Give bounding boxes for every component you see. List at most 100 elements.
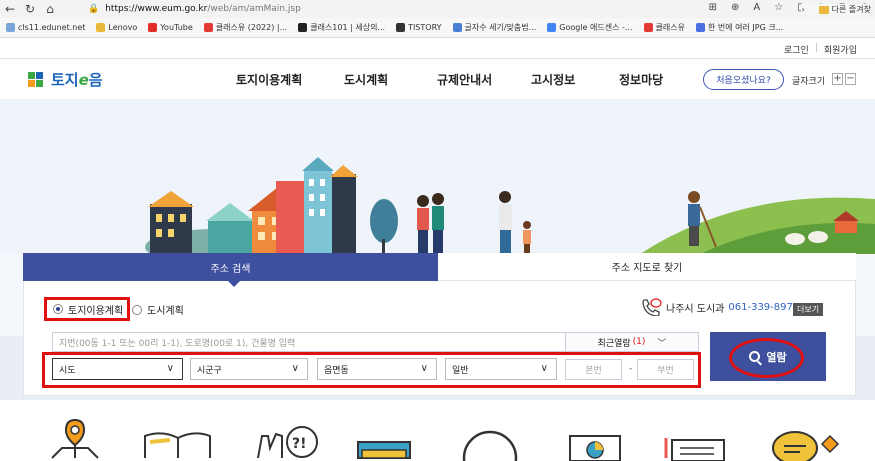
address-bar[interactable]: 🔒 https://www.eum.go.kr/web/am/amMain.js… [88,1,688,17]
app-grid-icon[interactable]: ⊞ [709,2,717,13]
select-sido-value: 시도 [59,365,76,376]
join-link[interactable]: 회원가입 [824,43,857,56]
bookmark-label: Lenovo [108,23,138,32]
contact-department: 나주시 도시과 [666,303,725,315]
book-stack-icon [357,441,411,459]
nav-land-use-plan[interactable]: 토지이용계획 [236,71,302,88]
radio-on-icon[interactable] [53,304,63,314]
bookmark-label: YouTube [160,23,193,32]
select-sigungu-value: 시군구 [197,365,222,376]
tab-pointer [228,281,240,287]
chevron-down-icon: ∨ [291,363,299,374]
sub-number-input[interactable]: 부번 [637,359,694,380]
other-favorites[interactable]: › 다른 즐겨찾 [801,4,871,15]
zoom-icon[interactable]: ⊕ [731,2,739,13]
bookmark-label: 클래스101 | 세상의... [310,23,386,32]
bookmark-label: cls11.edunet.net [18,23,86,32]
logo-text-e: e [78,71,89,89]
quick-menu-icons: ?! [51,418,840,461]
bookmark-favicon-icon [396,23,406,32]
bookmark-label: 클래스유 (2022) |... [215,23,288,32]
logo-text-pre: 토지 [51,71,79,89]
nav-city-plan[interactable]: 도시계획 [344,71,388,88]
bookmark-favicon-icon [547,23,557,32]
other-favorites-label: 다른 즐겨찾 [831,5,871,14]
bookmark-label: Google 애드센스 -... [559,23,633,32]
select-eupmyeondong[interactable]: 읍면동 ∨ [317,358,437,380]
bookmark-item[interactable]: 클래스유 [643,22,685,33]
util-links: 로그인 | 회원가입 [784,43,857,56]
recent-view-count: (1) [632,337,646,347]
bookmark-favicon-icon [643,23,653,32]
util-divider-line [0,58,875,59]
font-increase-button[interactable]: + [832,73,843,85]
bookmark-favicon-icon [695,23,705,32]
home-icon[interactable]: ⌂ [40,0,60,18]
bookmark-favicon-icon [203,23,213,32]
chat-bubble-icon [772,431,840,461]
contact-phone[interactable]: 061-339-8973 [728,302,799,313]
bookmark-item[interactable]: TISTORY [396,23,442,32]
bookmarks-bar: cls11.edunet.net Lenovo YouTube 클래스유 (2022)… [0,18,875,38]
magnifier-circle-icon [462,430,518,461]
bookmark-item[interactable]: cls11.edunet.net [6,23,85,32]
radio-city-plan[interactable]: 도시계획 [132,302,184,317]
main-number-input[interactable]: 본번 [565,359,622,380]
select-sido[interactable]: 시도 ∨ [52,358,183,380]
tab-map-search[interactable]: 주소 지도로 찾기 [438,253,856,281]
address-search-input[interactable]: 지번(00동 1-1 또는 00리 1-1), 도로명(00로 1), 건물명 … [52,332,566,352]
bookmark-item[interactable]: YouTube [148,23,193,32]
tab-address-search[interactable]: 주소 검색 [23,253,438,281]
first-visit-button[interactable]: 처음오셨나요? [703,69,784,90]
bookmark-item[interactable]: Lenovo [96,23,137,32]
site-logo[interactable]: 토지e음 [28,69,103,90]
recent-view-label: 최근열람 [597,338,631,349]
recent-view-dropdown[interactable]: 최근열람 (1) ﹀ [566,332,699,352]
url-host: https://www.eum.go.kr [105,4,208,14]
nav-regulation-guide[interactable]: 규제안내서 [437,71,492,88]
back-icon[interactable]: ← [0,0,20,18]
more-button[interactable]: 더보기 [793,303,824,316]
map-pin-icon [51,418,99,459]
read-aloud-icon[interactable]: A [753,2,760,13]
bookmark-item[interactable]: 클래스101 | 세상의... [298,22,385,33]
url-path: /web/am/amMain.jsp [207,4,301,14]
logo-text-post: 음 [88,71,103,89]
chevron-down-icon: ∨ [540,363,548,374]
chevron-down-icon: ∨ [166,363,174,374]
util-divider: | [814,43,818,53]
bookmark-favicon-icon [298,23,308,32]
select-eupmyeondong-value: 읍면동 [324,365,349,376]
lock-icon: 🔒 [88,4,100,14]
quick-menu-row: ?! [0,400,875,461]
folder-icon [818,5,829,14]
bookmark-favicon-icon [148,23,158,32]
document-pen-icon [664,438,725,461]
bookmark-favicon-icon [6,23,15,32]
chevron-down-icon: ﹀ [657,338,667,349]
bookmark-item[interactable]: 클래스유 (2022) |... [203,22,288,33]
select-land-type[interactable]: 일반 ∨ [445,358,557,380]
radio-off-icon[interactable] [132,304,142,315]
nav-info-plaza[interactable]: 정보마당 [619,71,663,88]
refresh-icon[interactable]: ↻ [20,0,40,18]
chevron-right-icon[interactable]: › [801,5,804,14]
open-book-icon [144,432,211,458]
font-decrease-button[interactable]: − [845,73,856,85]
number-dash: - [629,364,633,374]
radio-land-use-plan[interactable]: 토지이용계획 [44,297,130,321]
select-sigungu[interactable]: 시군구 ∨ [190,358,308,380]
bookmark-item[interactable]: 글자수 세기/맞춤법... [452,22,537,33]
bookmark-label: 글자수 세기/맞춤법... [464,23,537,32]
select-land-type-value: 일반 [452,365,469,376]
bookmark-favicon-icon [96,23,106,32]
bookmark-item[interactable]: 한 번에 여러 JPG 크... [695,22,783,33]
chevron-down-icon: ∨ [420,363,428,374]
bookmark-label: TISTORY [408,23,442,32]
nav-notice-info[interactable]: 고시정보 [531,71,575,88]
logo-text: 토지e음 [51,69,103,90]
bookmark-favicon-icon [452,23,462,32]
bookmark-item[interactable]: Google 애드센스 -... [547,22,633,33]
login-link[interactable]: 로그인 [784,43,809,56]
favorite-star-icon[interactable]: ☆ [774,2,783,13]
